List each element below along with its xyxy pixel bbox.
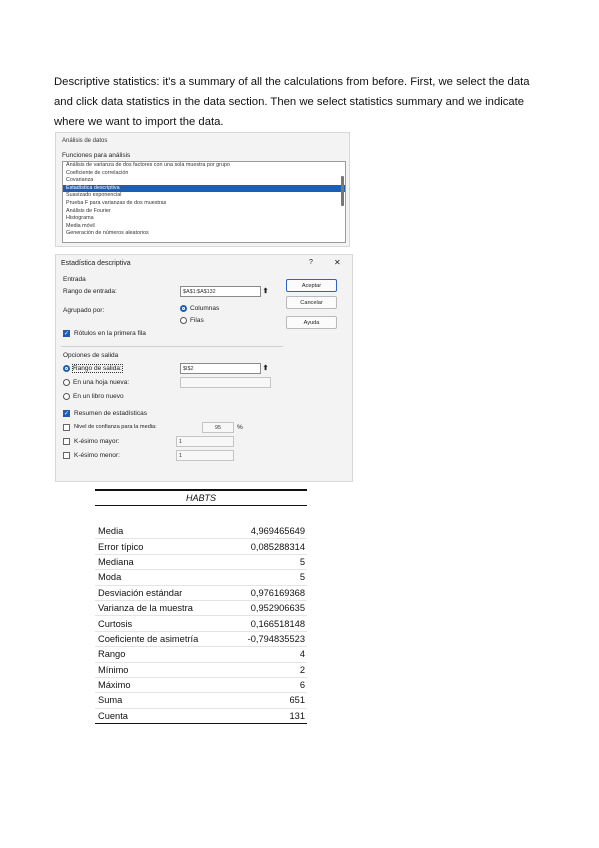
table-row: Suma 651 [95,692,307,709]
new-sheet-label: En una hoja nueva: [73,379,130,386]
new-sheet-radio[interactable] [63,379,70,386]
output-range-field[interactable]: $I$2 [180,363,261,374]
analysis-list-item[interactable]: Coeficiente de correlación [63,170,345,178]
analysis-list-item[interactable]: Prueba F para varianzas de dos muestras [63,200,345,208]
output-range-radio[interactable] [63,365,70,372]
table-row: Varianza de la muestra 0,952906635 [95,600,307,617]
stat-value: 4,969465649 [228,524,307,540]
analysis-list-item[interactable]: Análisis de varianza de dos factores con… [63,162,345,170]
analysis-list-item[interactable]: Suavizado exponencial [63,192,345,200]
analysis-list-item[interactable]: Generación de números aleatorios [63,230,345,238]
stat-label: Cuenta [95,708,229,725]
stat-value: -0,794835523 [228,631,307,648]
new-sheet-field[interactable] [180,377,271,388]
analysis-list-item[interactable]: Histograma [63,215,345,223]
analysis-list-item[interactable]: Covarianza [63,177,345,185]
close-icon[interactable]: ✕ [334,258,341,267]
k-smallest-field[interactable]: 1 [176,450,234,461]
summary-statistics-label: Resumen de estadísticas [74,410,147,417]
collapse-arrow-icon[interactable]: ⬆ [260,286,271,297]
labels-first-row-label: Rótulos en la primera fila [74,330,146,337]
table-row: Rango 4 [95,646,307,663]
stat-label: Máximo [95,677,229,694]
columns-radio[interactable] [180,305,187,312]
analysis-functions-list[interactable]: Análisis de varianza de dos factores con… [62,161,346,243]
stat-label: Mínimo [95,662,229,678]
table-header: HABTS [95,489,307,506]
collapse-arrow-icon[interactable]: ⬆ [260,363,271,374]
stat-label: Curtosis [95,615,229,632]
columns-label: Columnas [190,305,220,312]
stat-value: 0,166518148 [228,615,307,632]
output-range-label: Rango de salida: [72,364,123,373]
rows-radio[interactable] [180,317,187,324]
k-largest-field[interactable]: 1 [176,436,234,447]
stat-label: Desviación estándar [95,585,229,601]
stat-value: 6 [228,677,307,694]
analysis-dialog-title: Análisis de datos [62,138,108,144]
percent-unit: % [237,424,243,431]
stat-label: Error típico [95,538,229,555]
confidence-level-label: Nivel de confianza para la media: [74,424,157,430]
grouped-by-label: Agrupado por: [63,307,105,314]
table-row: Curtosis 0,166518148 [95,615,307,632]
help-icon[interactable]: ? [309,259,313,266]
analysis-list-item[interactable]: Media móvil [63,223,345,231]
table-row: Desviación estándar 0,976169368 [95,585,307,601]
stat-value: 2 [228,662,307,678]
stat-label: Media [95,524,229,540]
cancel-button[interactable]: Cancelar [286,296,337,309]
stat-value: 5 [228,569,307,586]
list-scrollbar[interactable] [341,176,344,206]
analysis-list-item-selected[interactable]: Estadística descriptiva [63,184,345,193]
analysis-list-label: Funciones para análisis [62,152,131,159]
stat-value: 0,976169368 [228,585,307,601]
stat-value: 131 [228,708,307,725]
new-book-label: En un libro nuevo [73,393,124,400]
k-largest-label: K-ésimo mayor: [74,438,120,445]
descriptive-statistics-dialog: Estadística descriptiva ? ✕ Entrada Rang… [55,254,353,482]
input-range-field[interactable]: $A$1:$A$132 [180,286,261,297]
confidence-level-field[interactable]: 95 [202,422,234,433]
table-row: Cuenta 131 [95,708,307,725]
stat-label: Mediana [95,554,229,571]
stat-value: 651 [228,692,307,709]
stat-value: 5 [228,554,307,571]
table-row: Mínimo 2 [95,662,307,678]
help-button[interactable]: Ayuda [286,316,337,329]
ok-button[interactable]: Aceptar [286,279,337,292]
stat-value: 0,085288314 [228,538,307,555]
summary-statistics-checkbox[interactable]: ✓ [63,410,70,417]
new-book-radio[interactable] [63,393,70,400]
k-smallest-label: K-ésimo menor: [74,452,120,459]
statistics-summary-table: HABTS Media 4,969465649 Error típico 0,085… [95,489,307,725]
table-row: Moda 5 [95,569,307,586]
stat-label: Coeficiente de asimetría [95,631,229,648]
group-divider [61,346,283,347]
dialog-title: Estadística descriptiva [61,260,131,267]
labels-first-row-checkbox[interactable]: ✓ [63,330,70,337]
analysis-list-item[interactable]: Análisis de Fourier [63,208,345,216]
table-row: Coeficiente de asimetría -0,794835523 [95,631,307,648]
k-largest-checkbox[interactable] [63,438,70,445]
table-row: Error típico 0,085288314 [95,538,307,555]
stat-label: Moda [95,569,229,586]
entrada-group-label: Entrada [63,276,86,283]
stat-label: Varianza de la muestra [95,600,229,617]
stat-value: 4 [228,646,307,663]
table-row: Media 4,969465649 [95,524,307,540]
stat-label: Suma [95,692,229,709]
stat-value: 0,952906635 [228,600,307,617]
table-row: Máximo 6 [95,677,307,694]
rows-label: Filas [190,317,204,324]
intro-paragraph: Descriptive statistics: it's a summary o… [54,76,530,128]
table-row: Mediana 5 [95,554,307,571]
stat-label: Rango [95,646,229,663]
analysis-tools-dialog: Análisis de datos Funciones para análisi… [55,132,350,247]
confidence-level-checkbox[interactable] [63,424,70,431]
output-options-label: Opciones de salida [63,352,119,359]
input-range-label: Rango de entrada: [63,288,117,295]
k-smallest-checkbox[interactable] [63,452,70,459]
